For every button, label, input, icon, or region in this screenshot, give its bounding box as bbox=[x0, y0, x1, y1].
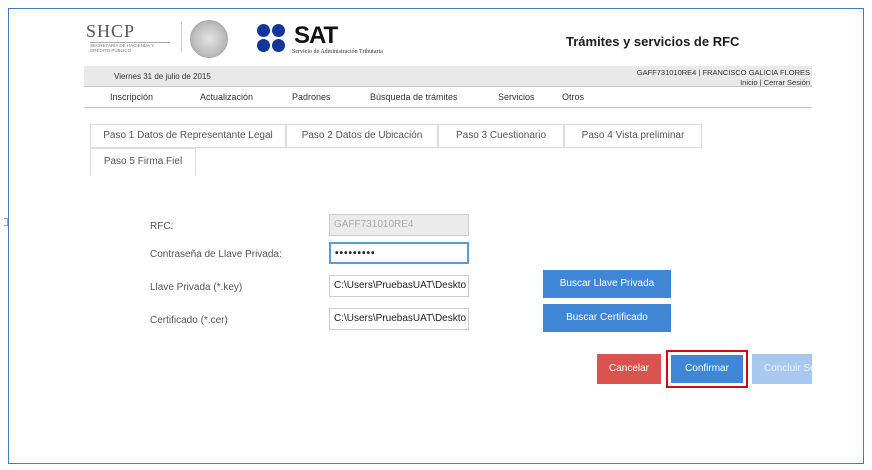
tab-paso-3[interactable]: Paso 3 Cuestionario bbox=[438, 124, 564, 148]
logo-divider bbox=[181, 22, 182, 52]
certificate-label: Certificado (*.cer) bbox=[150, 315, 228, 326]
tab-paso-4[interactable]: Paso 4 Vista preliminar bbox=[564, 124, 702, 148]
confirm-button[interactable]: Confirmar bbox=[671, 355, 743, 383]
conclude-button[interactable]: Concluir So bbox=[752, 354, 812, 384]
nav-item-busqueda-tramites[interactable]: Búsqueda de trámites bbox=[370, 92, 458, 102]
private-key-label: Llave Privada (*.key) bbox=[150, 282, 243, 293]
nav-item-servicios[interactable]: Servicios bbox=[498, 92, 535, 102]
sat-logo-title: SAT bbox=[294, 22, 338, 49]
sat-logo: SAT Servicio de Administración Tributari… bbox=[254, 22, 434, 58]
browse-private-key-button[interactable]: Buscar Llave Privada bbox=[543, 270, 671, 298]
sat-dots-icon bbox=[254, 24, 292, 54]
private-key-file-field[interactable]: C:\Users\PruebasUAT\Deskto bbox=[329, 275, 469, 297]
page-title: Trámites y servicios de RFC bbox=[566, 34, 740, 49]
private-key-password-field[interactable]: ••••••••• bbox=[329, 242, 469, 264]
shcp-logo-title: SHCP bbox=[86, 21, 136, 41]
tab-paso-2[interactable]: Paso 2 Datos de Ubicación bbox=[286, 124, 438, 148]
user-identity: GAFF731010RE4 | FRANCISCO GALICIA FLORES bbox=[636, 68, 810, 77]
nav-item-otros[interactable]: Otros bbox=[562, 92, 584, 102]
tab-paso-5-active[interactable]: Paso 5 Firma Fiel bbox=[90, 148, 196, 176]
cancel-button[interactable]: Cancelar bbox=[597, 354, 661, 384]
shcp-logo: SHCP SECRETARÍA DE HACIENDA Y CRÉDITO PÚ… bbox=[86, 22, 178, 52]
certificate-file-field[interactable]: C:\Users\PruebasUAT\Deskto bbox=[329, 308, 469, 330]
password-label: Contraseña de Llave Privada: bbox=[150, 249, 282, 260]
nav-item-actualizacion[interactable]: Actualización bbox=[200, 92, 253, 102]
info-bar: Viernes 31 de julio de 2015 GAFF731010RE… bbox=[84, 66, 812, 87]
rfc-field: GAFF731010RE4 bbox=[329, 214, 469, 236]
wizard-tabs: Paso 1 Datos de Representante Legal Paso… bbox=[90, 124, 702, 176]
sat-logo-subtitle: Servicio de Administración Tributaria bbox=[292, 49, 383, 55]
national-seal-icon bbox=[190, 20, 228, 58]
shcp-logo-subtitle: SECRETARÍA DE HACIENDA Y CRÉDITO PÚBLICO bbox=[90, 43, 155, 53]
window-edge-marker bbox=[4, 218, 8, 226]
nav-item-padrones[interactable]: Padrones bbox=[292, 92, 331, 102]
nav-item-inscripcion[interactable]: Inscripción bbox=[110, 92, 153, 102]
tab-paso-1[interactable]: Paso 1 Datos de Representante Legal bbox=[90, 124, 286, 148]
main-nav: Inscripción Actualización Padrones Búsqu… bbox=[84, 86, 812, 108]
rfc-label: RFC: bbox=[150, 221, 174, 232]
browse-certificate-button[interactable]: Buscar Certificado bbox=[543, 304, 671, 332]
current-date: Viernes 31 de julio de 2015 bbox=[114, 72, 211, 81]
